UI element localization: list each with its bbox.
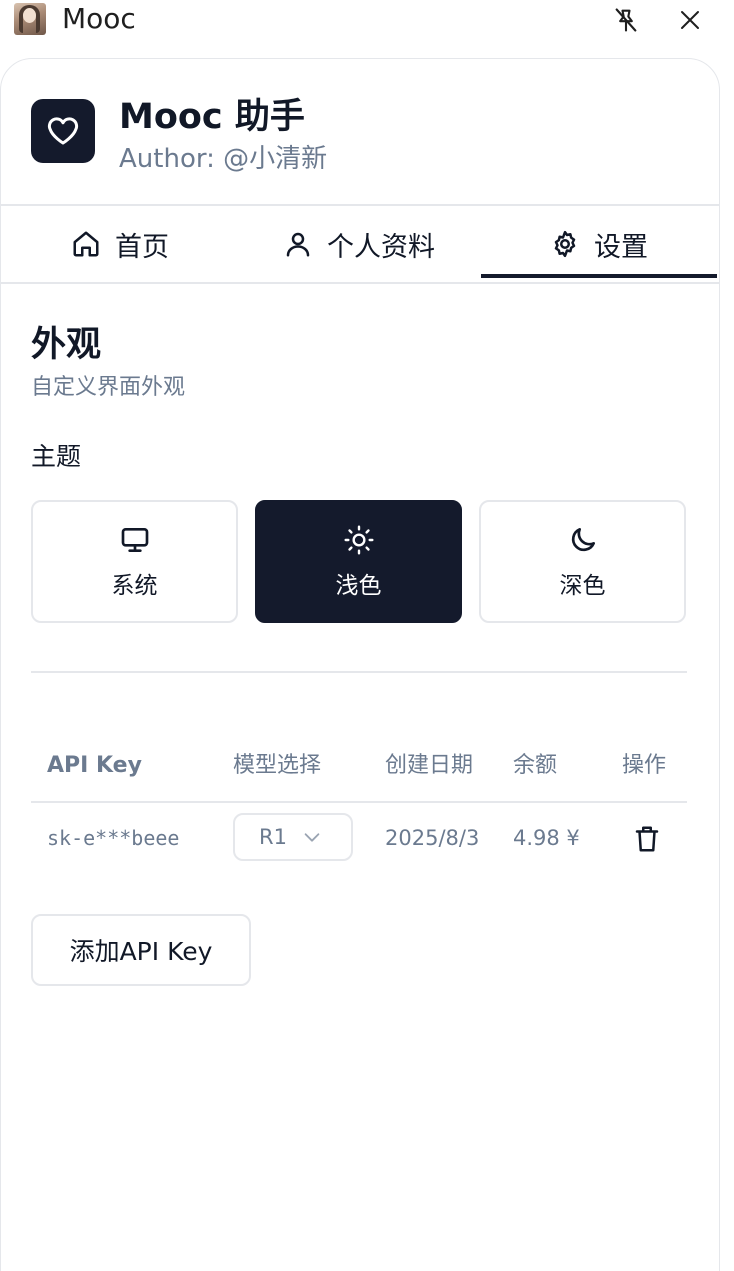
moon-icon	[571, 527, 595, 551]
heart-icon	[47, 117, 79, 145]
cell-balance: 4.98 ¥	[513, 826, 580, 850]
cell-date: 2025/8/3	[385, 826, 480, 850]
appearance-description: 自定义界面外观	[31, 375, 186, 400]
sun-icon	[343, 524, 374, 555]
theme-option-light-label: 浅色	[335, 572, 382, 599]
delete-api-key-button[interactable]	[631, 823, 663, 855]
app-logo	[31, 99, 95, 163]
tab-settings-label: 设置	[594, 231, 648, 263]
theme-option-system-label: 系统	[111, 572, 158, 599]
window-titlebar: Mooc	[0, 0, 734, 40]
header-date: 创建日期	[385, 753, 474, 778]
theme-option-system[interactable]: 系统	[31, 500, 238, 623]
tab-bar: 首页 个人资料 设置	[1, 206, 719, 282]
tab-profile-label: 个人资料	[327, 231, 435, 263]
unpin-button[interactable]	[608, 2, 644, 38]
window-title: Mooc	[62, 2, 136, 35]
header-action: 操作	[622, 753, 667, 778]
tab-profile[interactable]: 个人资料	[239, 206, 479, 282]
appearance-title: 外观	[31, 325, 102, 365]
tab-home-label: 首页	[115, 231, 169, 263]
model-select-value: R1	[259, 825, 287, 849]
home-icon	[73, 231, 99, 257]
theme-option-dark[interactable]: 深色	[479, 500, 686, 623]
close-window-button[interactable]	[672, 2, 708, 38]
active-tab-indicator	[481, 274, 717, 278]
close-icon	[681, 11, 699, 29]
model-select[interactable]: R1	[233, 813, 353, 861]
theme-option-dark-label: 深色	[559, 572, 606, 599]
author-label: Author: @小清新	[119, 144, 328, 174]
user-avatar-icon	[14, 3, 46, 35]
add-api-key-button[interactable]: 添加API Key	[31, 914, 251, 986]
tabs-divider	[1, 282, 719, 284]
gear-icon	[554, 230, 576, 258]
user-icon	[286, 232, 310, 257]
chevron-down-icon	[304, 833, 320, 842]
trash-icon	[635, 826, 659, 852]
avatar-face	[23, 8, 36, 23]
unpin-icon	[615, 8, 637, 32]
monitor-icon	[121, 527, 148, 552]
theme-label: 主题	[31, 442, 82, 471]
cell-api-key: sk-e***beee	[47, 826, 180, 850]
header-balance: 余额	[513, 753, 558, 778]
header-model: 模型选择	[233, 753, 322, 778]
tab-home[interactable]: 首页	[1, 206, 239, 282]
tab-settings[interactable]: 设置	[481, 206, 717, 282]
header-api-key: API Key	[47, 753, 142, 778]
app-name: Mooc 助手	[119, 97, 305, 137]
main-card: Mooc 助手 Author: @小清新 首页 个人资料 设置 外观 自定义界面…	[0, 58, 720, 1271]
section-divider	[31, 671, 687, 673]
theme-option-light[interactable]: 浅色	[255, 500, 462, 623]
